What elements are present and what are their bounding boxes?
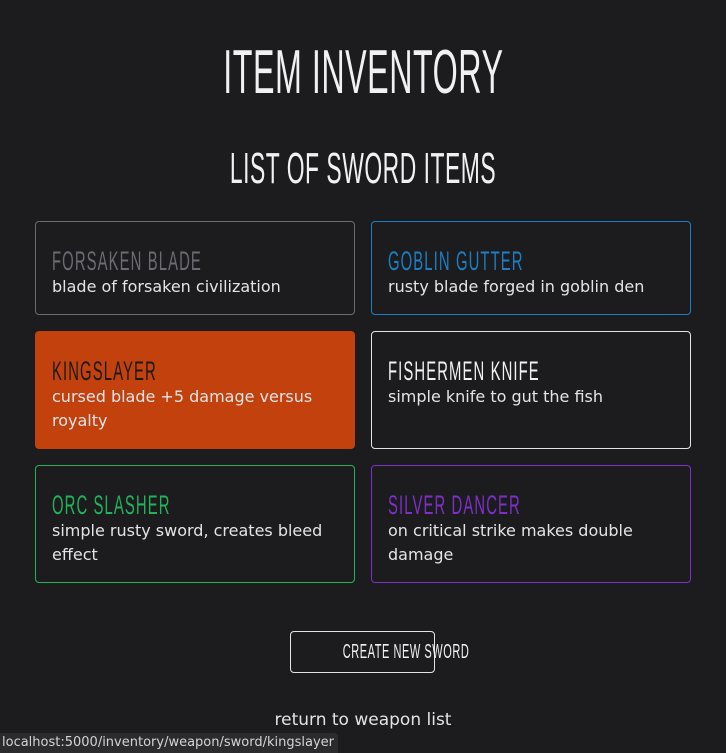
page-title: ITEM INVENTORY [222,38,504,107]
item-name: KINGSLAYER [52,356,157,386]
section-title-wrap: LIST OF SWORD ITEMS [0,143,726,195]
item-card-orc-slasher[interactable]: ORC SLASHER simple rusty sword, creates … [35,465,355,583]
item-description: simple rusty sword, creates bleed effect [52,521,323,564]
item-name: SILVER DANCER [388,490,521,520]
item-name: FISHERMEN KNIFE [388,356,540,386]
item-name: FORSAKEN BLADE [52,246,202,276]
item-card-kingslayer[interactable]: KINGSLAYER cursed blade +5 damage versus… [35,331,355,449]
item-description: blade of forsaken civilization [52,277,281,296]
page-title-wrap: ITEM INVENTORY [0,38,726,108]
item-card-goblin-gutter[interactable]: GOBLIN GUTTER rusty blade forged in gobl… [371,221,691,315]
inventory-page: ITEM INVENTORY LIST OF SWORD ITEMS FORSA… [0,0,726,753]
create-new-sword-label: CREATE NEW SWORD [342,641,470,663]
item-name: GOBLIN GUTTER [388,246,524,276]
item-card-fishermen-knife[interactable]: FISHERMEN KNIFE simple knife to gut the … [371,331,691,449]
item-description: rusty blade forged in goblin den [388,277,645,296]
section-title: LIST OF SWORD ITEMS [229,144,497,193]
item-card-forsaken-blade[interactable]: FORSAKEN BLADE blade of forsaken civiliz… [35,221,355,315]
status-bar-url: localhost:5000/inventory/weapon/sword/ki… [0,733,338,753]
item-card-silver-dancer[interactable]: SILVER DANCER on critical strike makes d… [371,465,691,583]
return-to-weapon-list-link[interactable]: return to weapon list [0,708,726,732]
item-description: on critical strike makes double damage [388,521,633,564]
item-description: cursed blade +5 damage versus royalty [52,387,313,430]
item-description: simple knife to gut the fish [388,387,604,406]
create-new-sword-button[interactable]: CREATE NEW SWORD [290,631,469,673]
item-name: ORC SLASHER [52,490,171,520]
